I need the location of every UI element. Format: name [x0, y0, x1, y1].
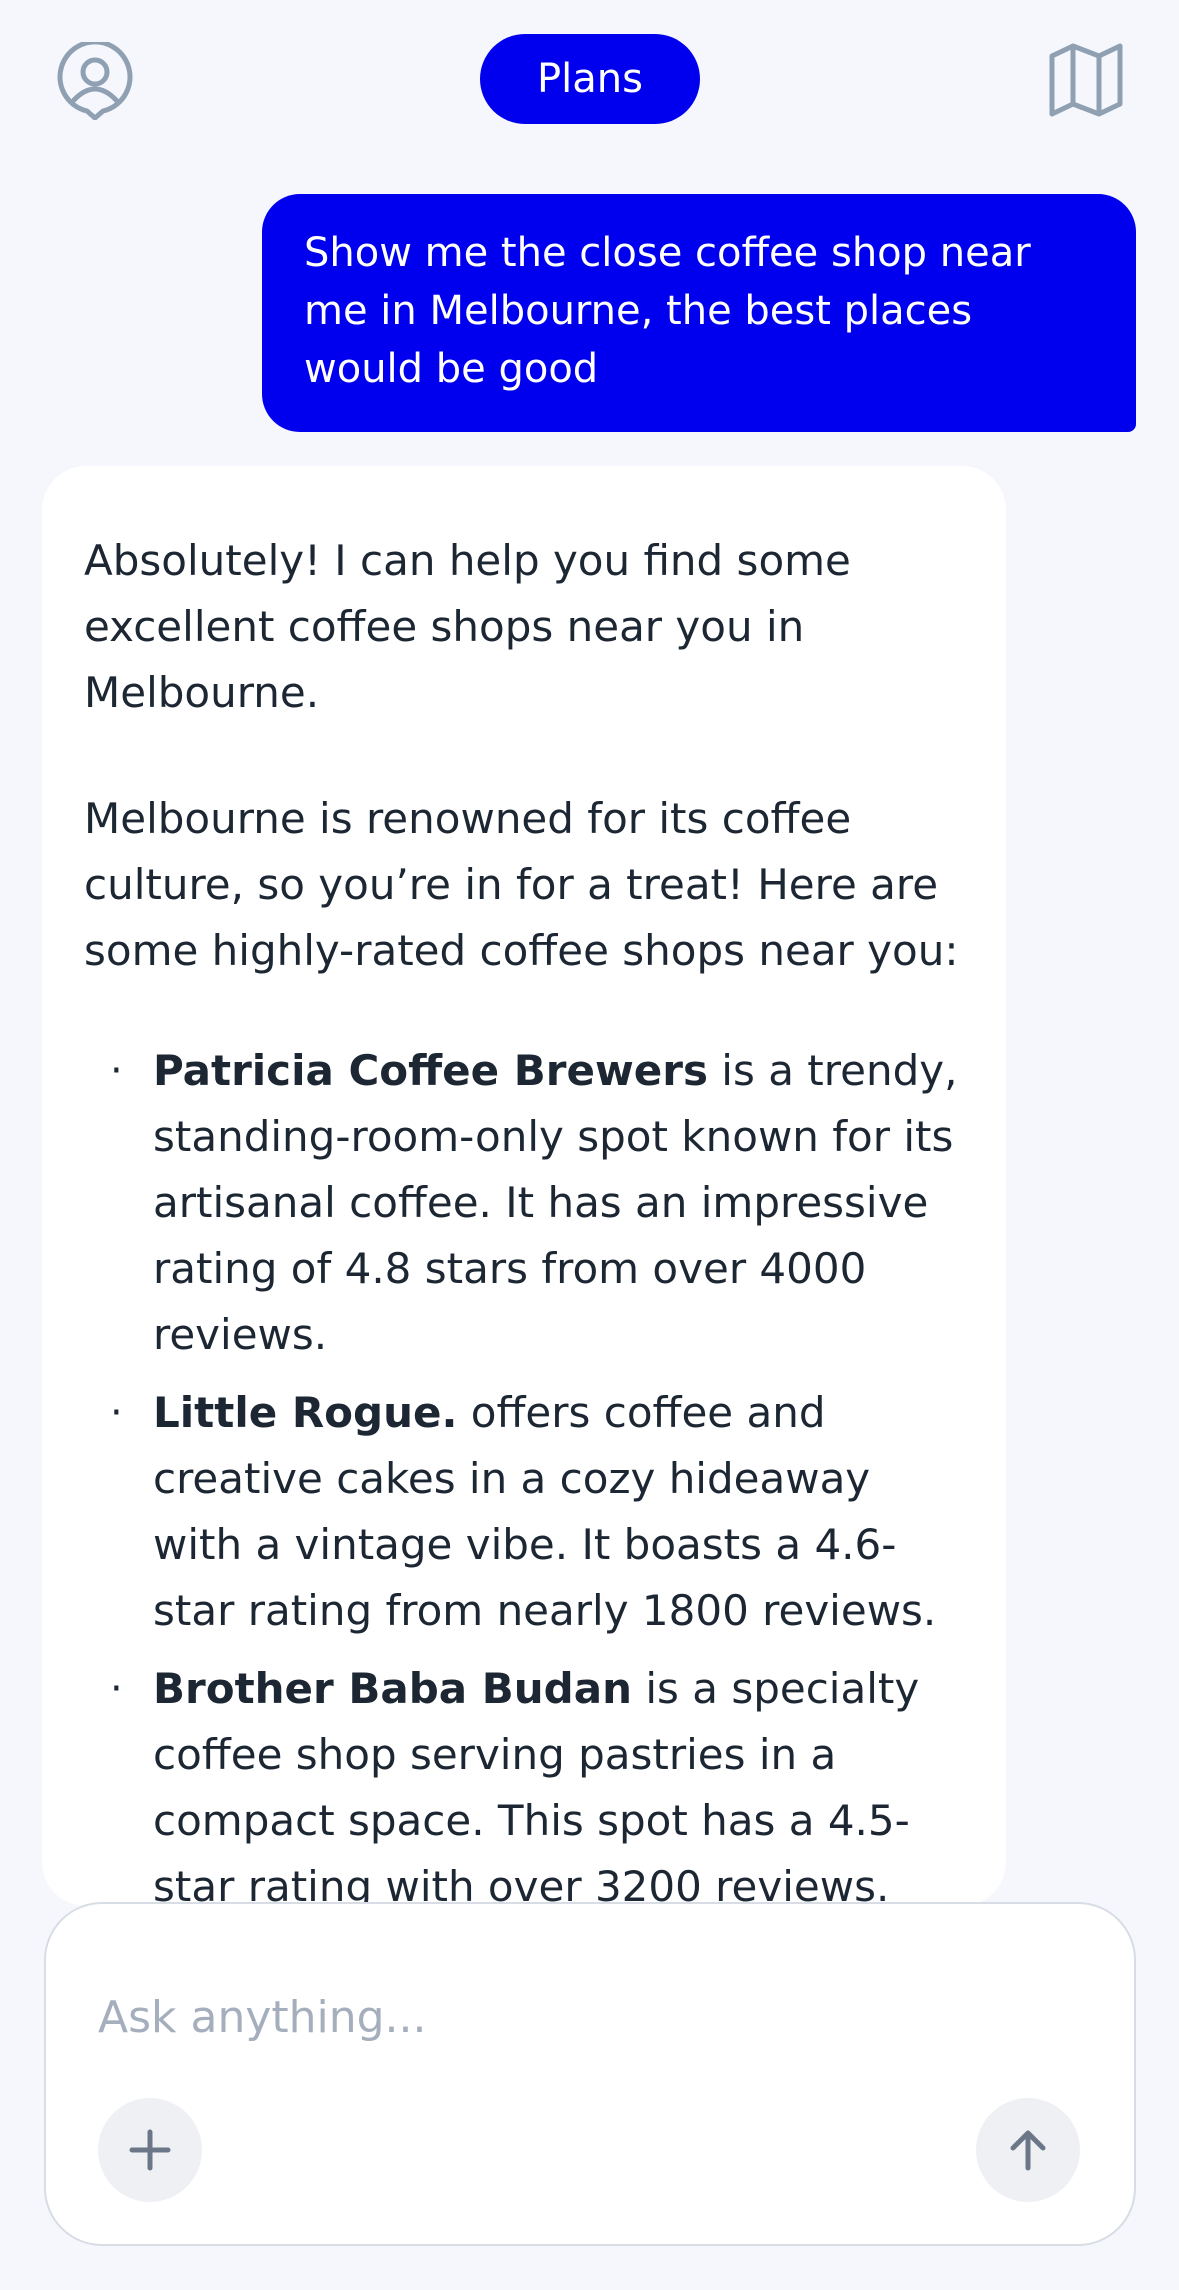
- assistant-intro: Absolutely! I can help you find some exc…: [84, 536, 851, 717]
- shop-name: Little Rogue.: [153, 1388, 458, 1437]
- message-composer: [44, 1902, 1136, 2246]
- user-message: Show me the close coffee shop near me in…: [262, 194, 1136, 432]
- bullet-icon: ·: [110, 1666, 123, 1712]
- list-item: · Patricia Coffee Brewers is a trendy, s…: [84, 1038, 972, 1368]
- shop-name: Brother Baba Budan: [153, 1664, 632, 1713]
- profile-button[interactable]: [56, 39, 134, 121]
- plans-button[interactable]: Plans: [480, 34, 700, 124]
- bullet-icon: ·: [110, 1390, 123, 1436]
- map-button[interactable]: [1046, 40, 1126, 120]
- plans-button-label: Plans: [537, 56, 643, 102]
- shop-name: Patricia Coffee Brewers: [153, 1046, 708, 1095]
- user-message-text: Show me the close coffee shop near me in…: [304, 230, 1031, 392]
- send-button[interactable]: [976, 2098, 1080, 2202]
- assistant-context: Melbourne is renowned for its coffee cul…: [84, 794, 959, 975]
- ask-input[interactable]: [98, 1982, 1058, 2052]
- list-item: · Brother Baba Budan is a specialty coff…: [84, 1656, 972, 1906]
- arrow-up-icon: [1010, 2130, 1046, 2171]
- user-circle-icon: [57, 39, 133, 121]
- add-attachment-button[interactable]: [98, 2098, 202, 2202]
- assistant-message: Absolutely! I can help you find some exc…: [42, 466, 1006, 1906]
- map-icon: [1049, 43, 1123, 117]
- plus-icon: [129, 2129, 171, 2171]
- list-item: · Little Rogue. offers coffee and creati…: [84, 1380, 972, 1644]
- coffee-shop-list: · Patricia Coffee Brewers is a trendy, s…: [84, 1038, 972, 1906]
- top-bar: Plans: [0, 0, 1179, 160]
- bullet-icon: ·: [110, 1048, 123, 1094]
